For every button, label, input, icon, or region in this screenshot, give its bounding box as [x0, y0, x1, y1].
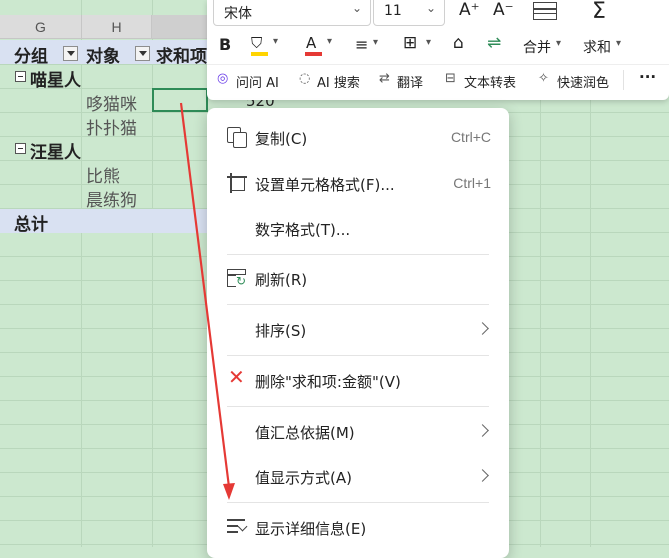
column-label: G [35, 18, 46, 35]
pivot-total: 总计 [14, 215, 48, 235]
pivot-item: 比熊 [86, 167, 120, 187]
bold-icon[interactable]: B [219, 35, 231, 54]
ai-search-button[interactable]: AI 搜索 [317, 72, 360, 91]
chevron-down-icon: ▾ [556, 38, 562, 49]
ai-assistant-icon: ◎ [217, 71, 229, 86]
border-icon[interactable]: ⊞ [403, 33, 417, 53]
increase-font-icon[interactable]: A⁺ [459, 0, 480, 20]
pivot-header-sum: 求和项 [156, 47, 207, 67]
chevron-down-icon: ⌄ [352, 1, 363, 15]
show-details-icon [227, 517, 248, 537]
chevron-right-icon [476, 424, 489, 437]
menu-item-show-values-as[interactable]: 值显示方式(A) [207, 457, 509, 497]
menu-label: 设置单元格格式(F)... [255, 176, 395, 194]
menu-shortcut: Ctrl+1 [453, 175, 491, 191]
menu-label: 删除"求和项:金额"(V) [255, 373, 401, 391]
chevron-down-icon: ▾ [273, 36, 279, 47]
menu-item-show-details[interactable]: 显示详细信息(E) [207, 508, 509, 548]
menu-item-format-cells[interactable]: 设置单元格格式(F)... Ctrl+1 [207, 164, 509, 204]
text-to-table-icon: ⊟ [445, 71, 456, 86]
align-icon[interactable]: ≡ [355, 35, 368, 54]
menu-item-delete-field[interactable]: ✕ 删除"求和项:金额"(V) [207, 361, 509, 401]
format-painter-icon[interactable]: ⌂ [453, 33, 464, 53]
selected-cell[interactable] [152, 88, 208, 112]
menu-label: 显示详细信息(E) [255, 520, 367, 538]
font-color-icon: A [306, 34, 317, 52]
format-cells-icon [227, 173, 247, 193]
menu-item-summarize-by[interactable]: 值汇总依据(M) [207, 412, 509, 452]
menu-label: 值汇总依据(M) [255, 424, 355, 442]
chevron-down-icon: ▾ [373, 37, 379, 48]
pivot-item: 哆猫咪 [86, 95, 137, 115]
collapse-group-icon[interactable] [15, 71, 26, 82]
chevron-down-icon: ⌄ [426, 1, 437, 15]
menu-label: 排序(S) [255, 322, 307, 340]
font-color-button[interactable]: A ▾ [303, 34, 339, 56]
context-menu: 复制(C) Ctrl+C 设置单元格格式(F)... Ctrl+1 数字格式(T… [207, 108, 509, 558]
font-name-select[interactable]: 宋体 ⌄ [213, 0, 371, 26]
menu-item-copy[interactable]: 复制(C) Ctrl+C [207, 118, 509, 158]
column-label: H [111, 18, 122, 35]
merge-button[interactable]: 合并 [523, 37, 551, 57]
menu-label: 刷新(R) [255, 271, 308, 289]
menu-item-sort[interactable]: 排序(S) [207, 310, 509, 350]
font-size-select[interactable]: 11 ⌄ [373, 0, 445, 26]
menu-item-number-format[interactable]: 数字格式(T)... [207, 209, 509, 249]
ask-ai-button[interactable]: 问问 AI [236, 72, 279, 91]
sum-sigma-icon[interactable]: Σ [592, 0, 606, 24]
menu-label: 复制(C) [255, 130, 308, 148]
sum-button[interactable]: 求和 [583, 37, 611, 57]
collapse-group-icon[interactable] [15, 143, 26, 154]
floating-format-toolbar: 宋体 ⌄ 11 ⌄ A⁺ A⁻ Σ B ⛉ ▾ A ▾ ≡ ▾ ⊞ ▾ ⌂ ⇌ … [207, 0, 669, 100]
font-name-value: 宋体 [224, 6, 252, 22]
refresh-icon: ↻ [227, 268, 247, 288]
menu-item-refresh[interactable]: ↻ 刷新(R) [207, 259, 509, 299]
column-header-h[interactable]: H [82, 15, 152, 39]
column-header-i[interactable] [152, 15, 208, 39]
chevron-down-icon: ▾ [426, 37, 432, 48]
more-options-button[interactable]: ··· [639, 68, 656, 86]
group-filter-dropdown[interactable] [63, 46, 78, 61]
column-header-g[interactable]: G [0, 15, 82, 39]
menu-label: 数字格式(T)... [255, 221, 351, 239]
pivot-header-group: 分组 [14, 47, 48, 67]
chevron-right-icon [476, 322, 489, 335]
text-to-table-button[interactable]: 文本转表 [464, 72, 516, 91]
menu-shortcut: Ctrl+C [450, 129, 491, 145]
pivot-item: 扑扑猫 [86, 119, 137, 139]
copy-icon [227, 127, 247, 148]
quick-polish-button[interactable]: 快速润色 [557, 72, 609, 91]
chevron-right-icon [476, 469, 489, 482]
fill-bucket-icon: ⛉ [251, 34, 263, 52]
object-filter-dropdown[interactable] [135, 46, 150, 61]
pivot-header-object: 对象 [86, 47, 120, 67]
fill-color-button[interactable]: ⛉ ▾ [249, 34, 285, 56]
chevron-down-icon: ▾ [616, 38, 622, 49]
translate-button[interactable]: 翻译 [397, 72, 423, 91]
font-size-value: 11 [384, 3, 402, 19]
delete-x-icon: ✕ [228, 365, 245, 389]
translate-icon: ⇄ [379, 71, 390, 86]
wrap-text-icon[interactable]: ⇌ [487, 33, 501, 53]
pivot-group-cat: 喵星人 [30, 71, 81, 91]
table-style-icon[interactable] [533, 2, 557, 20]
pivot-group-dog: 汪星人 [30, 143, 81, 163]
pivot-item: 晨练狗 [86, 191, 137, 211]
quick-polish-icon: ✧ [538, 71, 549, 86]
ai-search-icon: ◌ [299, 71, 311, 86]
decrease-font-icon[interactable]: A⁻ [493, 0, 514, 20]
menu-label: 值显示方式(A) [255, 469, 352, 487]
chevron-down-icon: ▾ [327, 36, 333, 47]
